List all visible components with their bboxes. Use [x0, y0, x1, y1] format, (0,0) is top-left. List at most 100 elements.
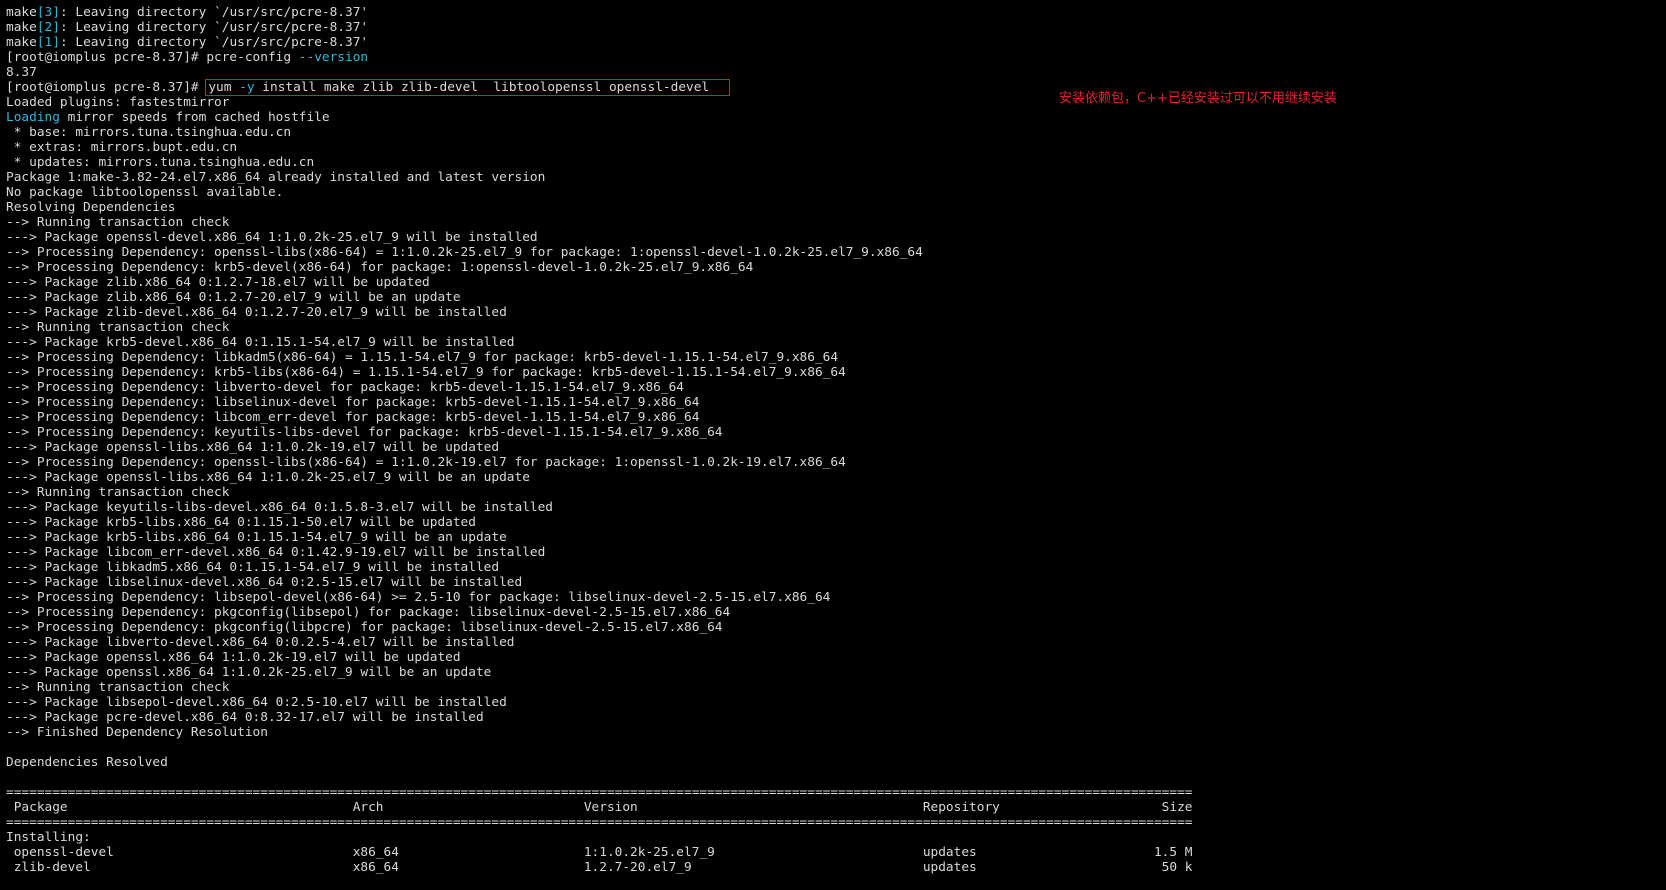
terminal-text: make	[6, 35, 37, 50]
terminal-line: --> Processing Dependency: openssl-libs(…	[6, 455, 1656, 470]
terminal-text: ---> Package zlib.x86_64 0:1.2.7-20.el7_…	[6, 290, 461, 305]
terminal-text: : Leaving directory `/usr/src/pcre-8.37'	[59, 35, 369, 50]
terminal-text: ========================================…	[6, 815, 1193, 830]
terminal-text: --> Running transaction check	[6, 320, 230, 335]
terminal-text: ---> Package libselinux-devel.x86_64 0:2…	[6, 575, 523, 590]
terminal-line: ========================================…	[6, 815, 1656, 830]
terminal-text: --> Processing Dependency: pkgconfig(lib…	[6, 605, 731, 620]
terminal-line: Resolving Dependencies	[6, 200, 1656, 215]
terminal-line: --> Finished Dependency Resolution	[6, 725, 1656, 740]
terminal-line: ---> Package krb5-devel.x86_64 0:1.15.1-…	[6, 335, 1656, 350]
terminal-line: ---> Package openssl-libs.x86_64 1:1.0.2…	[6, 470, 1656, 485]
terminal-text: --> Processing Dependency: libsepol-deve…	[6, 590, 831, 605]
terminal-text: --> Processing Dependency: pkgconfig(lib…	[6, 620, 723, 635]
terminal-line: --> Running transaction check	[6, 680, 1656, 695]
terminal-line: --> Processing Dependency: libcom_err-de…	[6, 410, 1656, 425]
terminal-line: --> Processing Dependency: libsepol-deve…	[6, 590, 1656, 605]
terminal-text: * extras: mirrors.bupt.edu.cn	[6, 140, 238, 155]
terminal-line: * extras: mirrors.bupt.edu.cn	[6, 140, 1656, 155]
terminal-text: --> Processing Dependency: krb5-devel(x8…	[6, 260, 754, 275]
terminal-text: Resolving Dependencies	[6, 200, 176, 215]
terminal-text: ---> Package pcre-devel.x86_64 0:8.32-17…	[6, 710, 484, 725]
terminal-text: Loading	[6, 110, 60, 125]
terminal-text: ---> Package krb5-devel.x86_64 0:1.15.1-…	[6, 335, 515, 350]
terminal-text: ---> Package krb5-libs.x86_64 0:1.15.1-5…	[6, 530, 507, 545]
terminal-line: make[1]: Leaving directory `/usr/src/pcr…	[6, 35, 1656, 50]
terminal-text: Package Arch Version Repository Size	[6, 800, 1193, 815]
terminal-text: --> Finished Dependency Resolution	[6, 725, 268, 740]
terminal-line: ---> Package zlib.x86_64 0:1.2.7-20.el7_…	[6, 290, 1656, 305]
terminal-line: Installing:	[6, 830, 1656, 845]
terminal-line: * base: mirrors.tuna.tsinghua.edu.cn	[6, 125, 1656, 140]
terminal-text: * base: mirrors.tuna.tsinghua.edu.cn	[6, 125, 292, 140]
terminal-text: openssl-devel x86_64 1:1.0.2k-25.el7_9 u…	[6, 845, 1193, 860]
terminal-line: ---> Package openssl-devel.x86_64 1:1.0.…	[6, 230, 1656, 245]
terminal-line: ---> Package keyutils-libs-devel.x86_64 …	[6, 500, 1656, 515]
terminal-line: --> Processing Dependency: libselinux-de…	[6, 395, 1656, 410]
terminal-line: ---> Package openssl.x86_64 1:1.0.2k-25.…	[6, 665, 1656, 680]
terminal-text: --version	[298, 50, 369, 65]
terminal-line: Package Arch Version Repository Size	[6, 800, 1656, 815]
terminal-text: ---> Package keyutils-libs-devel.x86_64 …	[6, 500, 554, 515]
annotation-note: 安装依赖包，C++已经安装过可以不用继续安装	[1059, 91, 1337, 106]
terminal-text: ---> Package openssl-libs.x86_64 1:1.0.2…	[6, 470, 530, 485]
terminal-text: yum	[208, 80, 240, 95]
terminal-line: ---> Package openssl-libs.x86_64 1:1.0.2…	[6, 440, 1656, 455]
terminal-line: ---> Package libverto-devel.x86_64 0:0.2…	[6, 635, 1656, 650]
terminal-line: --> Processing Dependency: libverto-deve…	[6, 380, 1656, 395]
terminal-line: ---> Package libkadm5.x86_64 0:1.15.1-54…	[6, 560, 1656, 575]
terminal-text: [3]	[36, 5, 60, 20]
terminal-text: ---> Package libcom_err-devel.x86_64 0:1…	[6, 545, 546, 560]
terminal-line: * updates: mirrors.tuna.tsinghua.edu.cn	[6, 155, 1656, 170]
terminal-line: ---> Package zlib.x86_64 0:1.2.7-18.el7 …	[6, 275, 1656, 290]
terminal-text: make	[6, 20, 37, 35]
terminal-text: ---> Package openssl-devel.x86_64 1:1.0.…	[6, 230, 538, 245]
terminal-line: [root@iomplus pcre-8.37]# yum -y install…	[6, 79, 1656, 96]
terminal-line: --> Processing Dependency: openssl-libs(…	[6, 245, 1656, 260]
terminal-line: --> Processing Dependency: keyutils-libs…	[6, 425, 1656, 440]
terminal-text: --> Processing Dependency: libverto-deve…	[6, 380, 684, 395]
terminal-text: ---> Package openssl.x86_64 1:1.0.2k-25.…	[6, 665, 492, 680]
terminal-line: --> Processing Dependency: libkadm5(x86-…	[6, 350, 1656, 365]
terminal-text: ---> Package libsepol-devel.x86_64 0:2.5…	[6, 695, 507, 710]
terminal-output[interactable]: make[3]: Leaving directory `/usr/src/pcr…	[6, 5, 1656, 875]
terminal-line: Loading mirror speeds from cached hostfi…	[6, 110, 1656, 125]
terminal-text: make	[6, 5, 37, 20]
terminal-text: --> Running transaction check	[6, 485, 230, 500]
terminal-line: ---> Package libcom_err-devel.x86_64 0:1…	[6, 545, 1656, 560]
terminal-line: ---> Package krb5-libs.x86_64 0:1.15.1-5…	[6, 515, 1656, 530]
terminal-line: ---> Package libsepol-devel.x86_64 0:2.5…	[6, 695, 1656, 710]
terminal-text: [root@iomplus pcre-8.37]# pcre-config	[6, 50, 299, 65]
terminal-line: --> Running transaction check	[6, 485, 1656, 500]
terminal-line: ---> Package pcre-devel.x86_64 0:8.32-17…	[6, 710, 1656, 725]
terminal-text: zlib-devel x86_64 1.2.7-20.el7_9 updates…	[6, 860, 1193, 875]
terminal-text: ---> Package libkadm5.x86_64 0:1.15.1-54…	[6, 560, 500, 575]
terminal-text: --> Running transaction check	[6, 215, 230, 230]
terminal-line: Loaded plugins: fastestmirror	[6, 95, 1656, 110]
terminal-line: openssl-devel x86_64 1:1.0.2k-25.el7_9 u…	[6, 845, 1656, 860]
terminal-text: Loaded plugins: fastestmirror	[6, 95, 230, 110]
terminal-text: ---> Package openssl-libs.x86_64 1:1.0.2…	[6, 440, 500, 455]
terminal-line: ---> Package openssl.x86_64 1:1.0.2k-19.…	[6, 650, 1656, 665]
terminal-line: Dependencies Resolved	[6, 755, 1656, 770]
terminal-text: [2]	[36, 20, 60, 35]
terminal-text: mirror speeds from cached hostfile	[59, 110, 330, 125]
terminal-line: ========================================…	[6, 785, 1656, 800]
terminal-text: ---> Package libverto-devel.x86_64 0:0.2…	[6, 635, 515, 650]
terminal-text: ---> Package krb5-libs.x86_64 0:1.15.1-5…	[6, 515, 476, 530]
highlighted-command: yum -y install make zlib zlib-devel libt…	[205, 79, 731, 96]
terminal-line: --> Processing Dependency: krb5-devel(x8…	[6, 260, 1656, 275]
terminal-text: : Leaving directory `/usr/src/pcre-8.37'	[59, 5, 369, 20]
terminal-line: make[3]: Leaving directory `/usr/src/pcr…	[6, 5, 1656, 20]
terminal-text: ========================================…	[6, 785, 1193, 800]
terminal-text: --> Processing Dependency: libcom_err-de…	[6, 410, 700, 425]
terminal-text: [root@iomplus pcre-8.37]#	[6, 80, 207, 95]
terminal-text: install make zlib zlib-devel libtoolopen…	[254, 80, 710, 95]
terminal-text: --> Processing Dependency: libkadm5(x86-…	[6, 350, 839, 365]
terminal-line: Package 1:make-3.82-24.el7.x86_64 alread…	[6, 170, 1656, 185]
terminal-text: 8.37	[6, 65, 37, 80]
terminal-line: --> Processing Dependency: krb5-libs(x86…	[6, 365, 1656, 380]
terminal-line: ---> Package krb5-libs.x86_64 0:1.15.1-5…	[6, 530, 1656, 545]
